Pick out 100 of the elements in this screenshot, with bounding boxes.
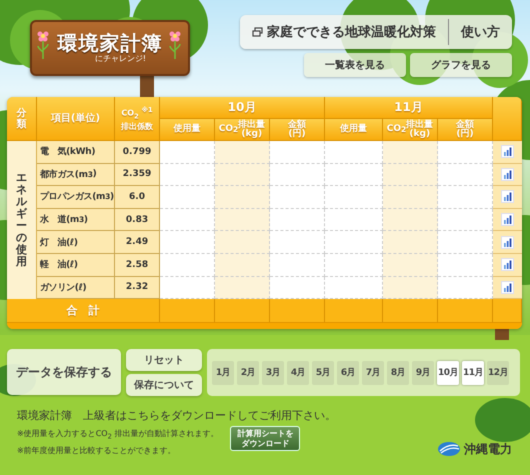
header-cell — [493, 97, 522, 141]
input-field[interactable] — [270, 254, 325, 277]
month-button[interactable]: 11月 — [462, 360, 484, 385]
item-label: 軽 油(ℓ) — [37, 254, 115, 277]
column-header: 金額 (円) — [270, 119, 325, 141]
chart-button[interactable] — [501, 213, 514, 226]
input-field[interactable] — [438, 141, 493, 164]
input-field[interactable] — [383, 141, 438, 164]
input-field[interactable] — [383, 208, 438, 232]
input-field[interactable] — [215, 231, 270, 254]
input-field[interactable] — [438, 254, 493, 277]
link-button[interactable]: 家庭でできる地球温暖化対策 — [240, 15, 448, 49]
input-field[interactable] — [215, 141, 270, 164]
input-field[interactable] — [438, 164, 493, 186]
input-field[interactable] — [215, 208, 270, 232]
chart-button[interactable] — [501, 190, 514, 204]
month-header: 11月 — [325, 97, 493, 119]
factor-value: 0.799 — [115, 141, 160, 164]
note-text: ※使用量を入力するとCO$_{2}$ 排出量が自動計算されます。 — [17, 428, 218, 441]
input-field[interactable] — [160, 254, 215, 277]
column-header: 使用量 — [160, 119, 215, 141]
input-field[interactable] — [325, 231, 383, 254]
input-field[interactable] — [325, 276, 383, 300]
item-label: 灯 油(ℓ) — [37, 231, 115, 254]
input-field[interactable] — [160, 186, 215, 209]
factor-value: 0.83 — [115, 208, 160, 232]
input-field[interactable] — [160, 276, 215, 300]
chart-button[interactable] — [501, 258, 514, 272]
factor-value: 2.58 — [115, 254, 160, 277]
input-field[interactable] — [160, 141, 215, 164]
input-field[interactable] — [325, 141, 383, 164]
input-field[interactable] — [438, 186, 493, 209]
input-field[interactable] — [160, 231, 215, 254]
input-field[interactable] — [270, 231, 325, 254]
month-button[interactable]: 3月 — [262, 360, 284, 385]
chart-button[interactable] — [501, 145, 514, 158]
flower-icon — [168, 30, 182, 60]
download-button[interactable]: 計算用シートをダウンロード — [230, 426, 300, 452]
month-button[interactable]: 12月 — [487, 360, 509, 385]
item-label: 電 気(kWh) — [37, 141, 115, 164]
month-button[interactable]: 1月 — [212, 360, 234, 385]
input-field[interactable] — [270, 164, 325, 186]
input-field[interactable] — [325, 254, 383, 277]
column-header: 排出係数 — [121, 122, 153, 132]
column-header: 使用量 — [325, 119, 383, 141]
factor-value: 6.0 — [115, 186, 160, 209]
flower-icon — [36, 30, 50, 60]
input-field[interactable] — [383, 186, 438, 209]
month-header: 10月 — [160, 97, 325, 119]
month-button[interactable]: 4月 — [287, 360, 309, 385]
column-header: 金額 (円) — [438, 119, 493, 141]
input-field[interactable] — [438, 208, 493, 232]
view-button[interactable]: グラフを見る — [410, 53, 512, 77]
input-field[interactable] — [383, 276, 438, 300]
bush-drawing — [475, 398, 530, 442]
note-text: ※前年度使用量と比較することができます。 — [17, 444, 177, 456]
input-field[interactable] — [270, 208, 325, 232]
month-button[interactable]: 5月 — [312, 360, 334, 385]
factor-value: 2.32 — [115, 276, 160, 300]
factor-value: 2.359 — [115, 164, 160, 186]
company-logo-icon — [437, 441, 461, 458]
input-field[interactable] — [438, 231, 493, 254]
month-button[interactable]: 9月 — [412, 360, 434, 385]
logo-title: 環境家計簿 — [58, 32, 162, 54]
input-field[interactable] — [325, 164, 383, 186]
input-field[interactable] — [215, 164, 270, 186]
column-header: 分類 — [7, 97, 37, 141]
about-button[interactable]: 保存について — [126, 374, 202, 396]
input-field[interactable] — [215, 254, 270, 277]
input-field[interactable] — [215, 186, 270, 209]
input-field[interactable] — [215, 276, 270, 300]
input-field[interactable] — [270, 276, 325, 300]
view-button[interactable]: 一覧表を見る — [304, 53, 406, 77]
item-label: ガソリン(ℓ) — [37, 276, 115, 300]
chart-button[interactable] — [501, 168, 514, 181]
input-field[interactable] — [160, 208, 215, 232]
input-field[interactable] — [383, 164, 438, 186]
input-field[interactable] — [383, 231, 438, 254]
input-field[interactable] — [383, 254, 438, 277]
download-text: 環境家計簿 上級者はこちらをダウンロードしてご利用下さい。 — [17, 408, 336, 424]
input-field[interactable] — [270, 186, 325, 209]
input-field[interactable] — [160, 164, 215, 186]
input-field[interactable] — [438, 276, 493, 300]
input-field[interactable] — [270, 141, 325, 164]
month-button[interactable]: 7月 — [362, 360, 384, 385]
window-icon — [252, 27, 263, 37]
month-button[interactable]: 10月 — [437, 360, 459, 385]
save-button[interactable]: データを保存する — [7, 349, 121, 396]
month-button[interactable]: 2月 — [237, 360, 259, 385]
column-header: 項目(単位) — [37, 97, 115, 141]
month-button[interactable]: 6月 — [337, 360, 359, 385]
chart-button[interactable] — [501, 236, 514, 249]
chart-button[interactable] — [501, 280, 514, 294]
factor-value: 2.49 — [115, 231, 160, 254]
month-button[interactable]: 8月 — [387, 360, 409, 385]
logo-subtitle: にチャレンジ! — [94, 54, 146, 64]
category-label: エネルギーの使用 — [16, 172, 27, 268]
reset-button[interactable]: リセット — [126, 349, 202, 372]
input-field[interactable] — [325, 186, 383, 209]
input-field[interactable] — [325, 208, 383, 232]
